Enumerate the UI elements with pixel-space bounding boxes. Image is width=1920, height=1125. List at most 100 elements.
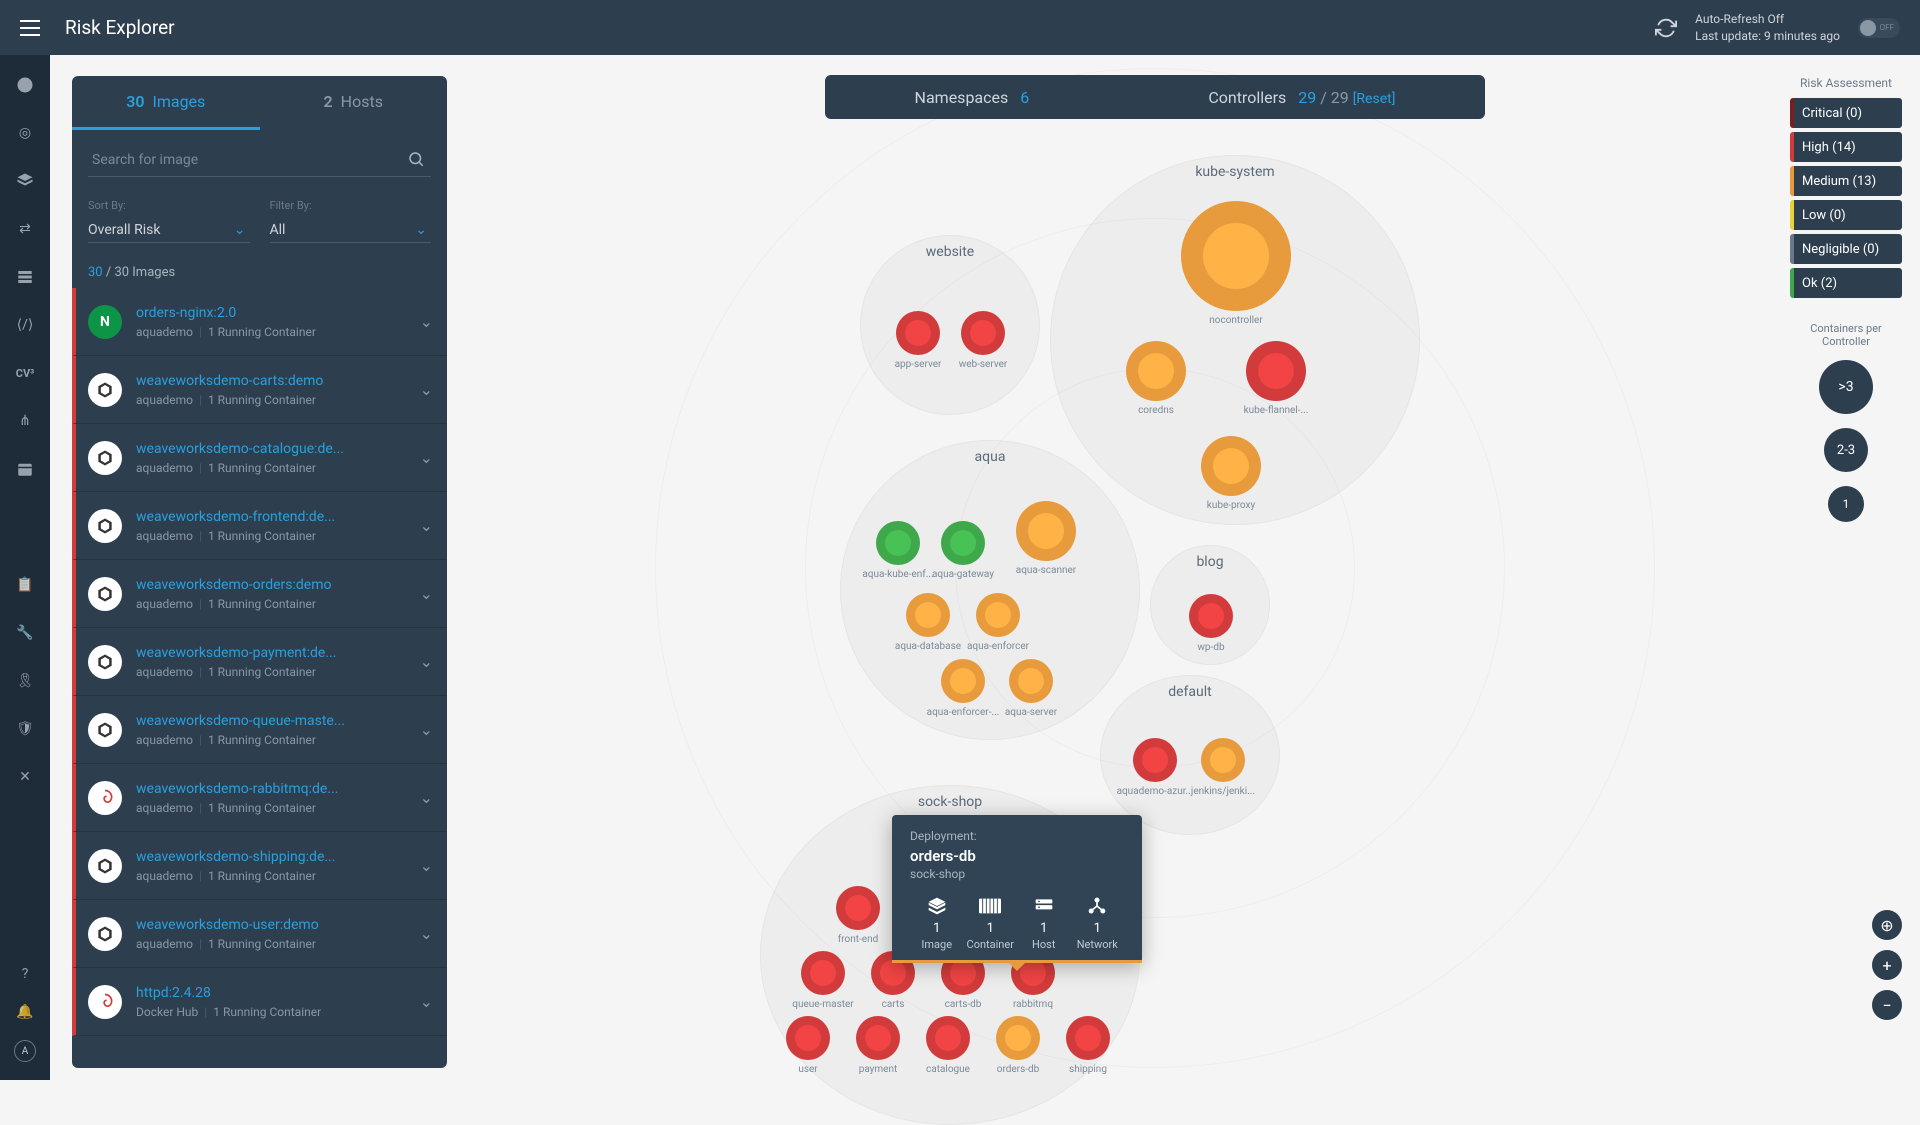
- chevron-down-icon[interactable]: ⌄: [420, 720, 433, 739]
- node-kube-flannel[interactable]: kube-flannel-...: [1246, 341, 1306, 401]
- menu-icon[interactable]: [20, 20, 40, 36]
- dashboard-icon[interactable]: [15, 75, 35, 95]
- layers-icon[interactable]: [15, 171, 35, 191]
- filter-by-select[interactable]: All: [270, 218, 432, 243]
- chevron-down-icon[interactable]: ⌄: [420, 312, 433, 331]
- image-list-item[interactable]: weaveworksdemo-user:demoaquademo|1 Runni…: [72, 900, 447, 968]
- chevron-down-icon[interactable]: ⌄: [420, 448, 433, 467]
- cluster-kube-system[interactable]: kube-system nocontroller coredns kube-fl…: [1050, 155, 1420, 525]
- image-vendor-icon: [88, 509, 122, 543]
- tooltip-host[interactable]: 1 Host: [1017, 895, 1071, 951]
- node-jenkins[interactable]: jenkins/jenki...: [1201, 738, 1245, 782]
- storage-icon[interactable]: [15, 267, 35, 287]
- size-bubble-23[interactable]: 2-3: [1824, 428, 1868, 472]
- image-list-item[interactable]: weaveworksdemo-shipping:de...aquademo|1 …: [72, 832, 447, 900]
- zoom-in-button[interactable]: +: [1872, 950, 1902, 980]
- node-front-end[interactable]: front-end: [836, 886, 880, 930]
- search-input[interactable]: [88, 144, 431, 177]
- node-shipping[interactable]: shipping: [1066, 1016, 1110, 1060]
- image-vendor-icon: [88, 373, 122, 407]
- account-icon[interactable]: A: [14, 1040, 36, 1062]
- node-queue-master[interactable]: queue-master: [801, 951, 845, 995]
- chevron-down-icon[interactable]: ⌄: [420, 584, 433, 603]
- node-aqua-database[interactable]: aqua-database: [906, 593, 950, 637]
- auto-refresh-toggle[interactable]: OFF: [1858, 18, 1900, 38]
- legend-item-med[interactable]: Medium (13): [1790, 166, 1902, 196]
- search-icon[interactable]: [407, 150, 425, 172]
- cluster-aqua[interactable]: aqua aqua-kube-enf... aqua-gateway aqua-…: [840, 440, 1140, 740]
- size-bubble-1[interactable]: 1: [1828, 486, 1864, 522]
- workloads-icon[interactable]: ⇄: [15, 219, 35, 239]
- node-payment[interactable]: payment: [856, 1016, 900, 1060]
- shield-icon[interactable]: 🛡: [15, 719, 35, 739]
- sort-by-select[interactable]: Overall Risk: [88, 218, 250, 243]
- cluster-website[interactable]: website app-server web-server: [860, 235, 1040, 415]
- code-icon[interactable]: ⟨/⟩: [15, 315, 35, 335]
- zoom-out-button[interactable]: −: [1872, 990, 1902, 1020]
- image-list-item[interactable]: Norders-nginx:2.0aquademo|1 Running Cont…: [72, 288, 447, 356]
- chevron-down-icon[interactable]: ⌄: [420, 516, 433, 535]
- node-catalogue[interactable]: catalogue: [926, 1016, 970, 1060]
- clipboard-icon[interactable]: 📋: [15, 575, 35, 595]
- cluster-blog[interactable]: blog wp-db: [1150, 545, 1270, 665]
- image-name: weaveworksdemo-queue-maste...: [136, 713, 420, 729]
- chevron-down-icon[interactable]: ⌄: [420, 652, 433, 671]
- legend-item-neg[interactable]: Negligible (0): [1790, 234, 1902, 264]
- node-aqua-scanner[interactable]: aqua-scanner: [1016, 501, 1076, 561]
- node-aqua-enforcer2[interactable]: aqua-enforcer-...: [941, 659, 985, 703]
- page-title: Risk Explorer: [65, 16, 175, 39]
- size-bubble-3plus[interactable]: >3: [1819, 360, 1873, 414]
- ribbon-icon[interactable]: 🎗: [15, 671, 35, 691]
- tooltip-image[interactable]: 1 Image: [910, 895, 964, 951]
- node-aqua-gateway[interactable]: aqua-gateway: [941, 521, 985, 565]
- tooltip-network[interactable]: 1 Network: [1071, 895, 1125, 951]
- node-aqua-kube-enf[interactable]: aqua-kube-enf...: [876, 521, 920, 565]
- cluster-default[interactable]: default aquademo-azur... jenkins/jenki..…: [1100, 675, 1280, 835]
- node-aqua-server[interactable]: aqua-server: [1009, 659, 1053, 703]
- help-icon[interactable]: ?: [15, 964, 35, 984]
- tooltip-container[interactable]: 1 Container: [964, 895, 1018, 951]
- image-list-item[interactable]: httpd:2.4.28Docker Hub|1 Running Contain…: [72, 968, 447, 1036]
- graph-canvas[interactable]: Namespaces 6 Controllers 29 / 29 [Reset]…: [460, 55, 1850, 1080]
- network-icon[interactable]: ⋔: [15, 411, 35, 431]
- nav-rail: ◎ ⇄ ⟨/⟩ CV³ ⋔ 📋 🔧 🎗 🛡 ✕ ? 🔔 A: [0, 55, 50, 1080]
- image-count: 30 / 30 Images: [72, 257, 447, 288]
- legend-item-low[interactable]: Low (0): [1790, 200, 1902, 230]
- node-coredns[interactable]: coredns: [1126, 341, 1186, 401]
- legend-item-crit[interactable]: Critical (0): [1790, 98, 1902, 128]
- tools-icon[interactable]: 🔧: [15, 623, 35, 643]
- explorer-icon[interactable]: ◎: [15, 123, 35, 143]
- image-list-item[interactable]: weaveworksdemo-carts:demoaquademo|1 Runn…: [72, 356, 447, 424]
- image-list-item[interactable]: weaveworksdemo-catalogue:de...aquademo|1…: [72, 424, 447, 492]
- node-aquademo-azur[interactable]: aquademo-azur...: [1133, 738, 1177, 782]
- chevron-down-icon[interactable]: ⌄: [420, 788, 433, 807]
- node-kube-proxy[interactable]: kube-proxy: [1201, 436, 1261, 496]
- node-app-server[interactable]: app-server: [896, 311, 940, 355]
- chevron-down-icon[interactable]: ⌄: [420, 924, 433, 943]
- alerts-icon[interactable]: 🔔: [15, 1002, 35, 1022]
- chevron-down-icon[interactable]: ⌄: [420, 992, 433, 1011]
- cvss-icon[interactable]: CV³: [15, 363, 35, 383]
- image-list-item[interactable]: weaveworksdemo-orders:demoaquademo|1 Run…: [72, 560, 447, 628]
- image-list-item[interactable]: weaveworksdemo-payment:de...aquademo|1 R…: [72, 628, 447, 696]
- image-list-item[interactable]: weaveworksdemo-rabbitmq:de...aquademo|1 …: [72, 764, 447, 832]
- wrench-icon[interactable]: ✕: [15, 767, 35, 787]
- image-list-item[interactable]: weaveworksdemo-queue-maste...aquademo|1 …: [72, 696, 447, 764]
- chevron-down-icon[interactable]: ⌄: [420, 856, 433, 875]
- legend-item-ok[interactable]: Ok (2): [1790, 268, 1902, 298]
- node-web-server[interactable]: web-server: [961, 311, 1005, 355]
- node-aqua-enforcer[interactable]: aqua-enforcer: [976, 593, 1020, 637]
- refresh-icon[interactable]: [1655, 17, 1677, 39]
- node-user[interactable]: user: [786, 1016, 830, 1060]
- tab-hosts[interactable]: 2 Hosts: [260, 76, 448, 130]
- tab-images[interactable]: 30 Images: [72, 76, 260, 130]
- reset-button[interactable]: [Reset]: [1353, 91, 1396, 107]
- image-list-item[interactable]: weaveworksdemo-frontend:de...aquademo|1 …: [72, 492, 447, 560]
- node-nocontroller[interactable]: nocontroller: [1181, 201, 1291, 311]
- node-wp-db[interactable]: wp-db: [1189, 594, 1233, 638]
- chevron-down-icon[interactable]: ⌄: [420, 380, 433, 399]
- calendar-icon[interactable]: [15, 459, 35, 479]
- legend-item-high[interactable]: High (14): [1790, 132, 1902, 162]
- recenter-button[interactable]: ⊕: [1872, 910, 1902, 940]
- node-orders-db[interactable]: orders-db: [996, 1016, 1040, 1060]
